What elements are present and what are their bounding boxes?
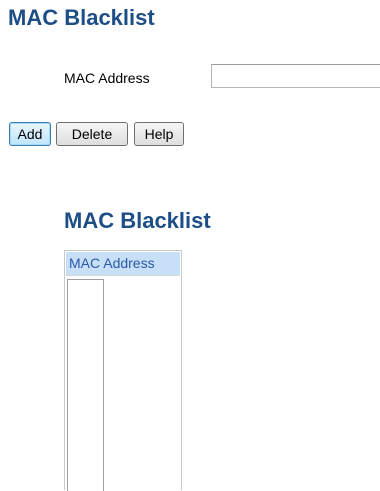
add-button[interactable]: Add [9, 122, 51, 146]
help-button[interactable]: Help [134, 122, 184, 146]
blacklist-title: MAC Blacklist [64, 208, 211, 233]
blacklist-select[interactable] [67, 279, 104, 491]
delete-button[interactable]: Delete [56, 122, 128, 146]
blacklist-header: MAC Address [66, 252, 180, 276]
blacklist-listbox[interactable]: MAC Address [64, 250, 182, 491]
mac-address-label: MAC Address [64, 70, 150, 86]
page-title: MAC Blacklist [8, 5, 155, 30]
mac-address-input[interactable] [211, 64, 380, 88]
